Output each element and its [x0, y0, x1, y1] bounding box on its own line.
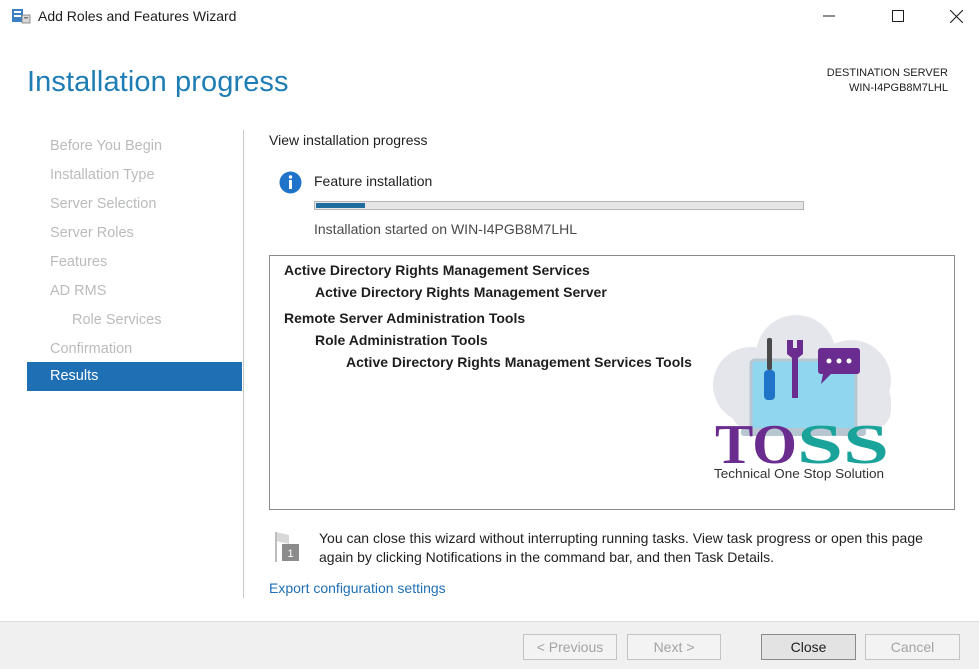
nav-item-features[interactable]: Features: [27, 248, 242, 277]
close-icon: [949, 9, 963, 23]
result-item: Role Administration Tools: [315, 332, 488, 348]
nav-divider: [243, 130, 244, 598]
page-title: Installation progress: [27, 66, 289, 98]
minimize-icon: [823, 15, 835, 17]
result-item: Remote Server Administration Tools: [284, 310, 526, 326]
feature-installation-label: Feature installation: [314, 173, 433, 189]
maximize-icon: [892, 10, 904, 22]
nav-item-server-roles[interactable]: Server Roles: [27, 219, 242, 248]
server-manager-icon: [12, 9, 31, 24]
installation-status-text: Installation started on WIN-I4PGB8M7LHL: [314, 221, 578, 237]
nav-item-label: AD RMS: [50, 283, 107, 299]
nav-item-role-services[interactable]: Role Services: [27, 306, 242, 335]
cancel-button[interactable]: Cancel: [865, 634, 960, 660]
nav-item-label: Before You Begin: [50, 138, 163, 154]
logo-tagline: Technical One Stop Solution: [714, 467, 884, 481]
destination-server-info: DESTINATION SERVER WIN-I4PGB8M7LHL: [827, 66, 948, 96]
nav-item-label: Features: [50, 254, 108, 270]
close-wizard-note: You can close this wizard without interr…: [319, 530, 923, 565]
destination-server-name: WIN-I4PGB8M7LHL: [848, 82, 948, 94]
result-item: Active Directory Rights Management Servi…: [346, 354, 692, 370]
section-title: View installation progress: [269, 132, 428, 148]
nav-item-results[interactable]: Results: [27, 362, 242, 391]
maximize-button[interactable]: [875, 0, 921, 32]
nav-item-label: Server Selection: [50, 196, 157, 212]
destination-server-label: DESTINATION SERVER: [826, 67, 948, 79]
nav-item-before-you-begin[interactable]: Before You Begin: [27, 132, 242, 161]
result-item: Active Directory Rights Management Servi…: [284, 262, 590, 278]
previous-button[interactable]: < Previous: [523, 634, 617, 660]
installation-progress-bar: [314, 201, 804, 210]
nav-item-label: Installation Type: [50, 167, 155, 183]
progress-bar-fill: [316, 203, 365, 208]
nav-item-label: Server Roles: [50, 225, 134, 241]
close-window-button[interactable]: [933, 0, 979, 32]
close-button[interactable]: Close: [761, 634, 856, 660]
window-title: Add Roles and Features Wizard: [38, 8, 237, 24]
nav-item-label: Confirmation: [50, 341, 133, 357]
notification-badge-count: 1: [287, 548, 293, 560]
next-button[interactable]: Next >: [627, 634, 721, 660]
nav-item-label: Results: [50, 368, 99, 384]
nav-item-confirmation[interactable]: Confirmation: [27, 335, 242, 364]
toss-watermark-logo: TO SS Technical One Stop Solution: [713, 315, 891, 481]
nav-item-label: Role Services: [72, 312, 162, 328]
nav-item-server-selection[interactable]: Server Selection: [27, 190, 242, 219]
title-bar: Add Roles and Features Wizard: [0, 0, 979, 34]
nav-item-installation-type[interactable]: Installation Type: [27, 161, 242, 190]
info-icon: [279, 171, 302, 194]
export-configuration-link[interactable]: Export configuration settings: [269, 580, 446, 596]
minimize-button[interactable]: [806, 0, 852, 32]
result-item: Active Directory Rights Management Serve…: [315, 284, 607, 300]
notification-flag-icon: 1: [275, 532, 299, 562]
nav-item-ad-rms[interactable]: AD RMS: [27, 277, 242, 306]
